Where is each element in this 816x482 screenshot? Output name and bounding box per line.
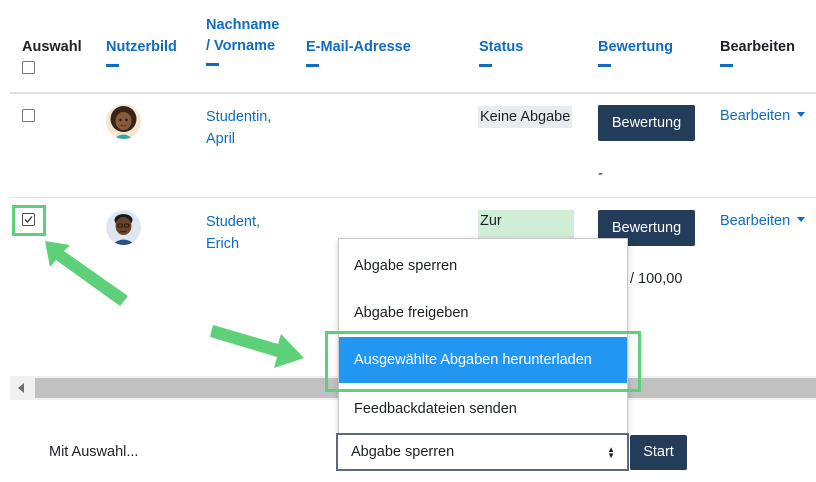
header-edit: Bearbeiten: [720, 37, 795, 67]
menu-item-label: Abgabe freigeben: [354, 305, 469, 321]
header-status-label: Status: [479, 39, 524, 55]
menu-item-send-feedback-files[interactable]: Feedbackdateien senden: [339, 399, 627, 419]
header-picture[interactable]: Nutzerbild: [106, 37, 177, 67]
edit-label: Bearbeiten: [720, 213, 791, 229]
grade-button[interactable]: Bewertung: [598, 105, 695, 141]
header-picture-label: Nutzerbild: [106, 39, 177, 55]
select-all-checkbox[interactable]: [22, 61, 35, 74]
menu-item-label: Feedbackdateien senden: [354, 401, 517, 417]
checkmark-icon: [24, 216, 33, 223]
header-name-line1: Nachname: [206, 17, 280, 33]
header-name[interactable]: Nachname / Vorname: [206, 15, 279, 66]
select-updown-icon: ▲ ▼: [607, 445, 615, 460]
start-button-label: Start: [643, 444, 674, 460]
status-text: Keine Abgabe: [480, 109, 571, 125]
sort-indicator-icon: [106, 64, 119, 67]
select-value: Abgabe sperren: [351, 444, 455, 460]
annotation-highlight-box: [325, 331, 641, 392]
bulk-action-select[interactable]: Abgabe sperren ▲ ▼: [336, 433, 629, 471]
sort-indicator-icon: [206, 63, 219, 66]
scroll-left-arrow-icon[interactable]: [18, 383, 24, 393]
student-lastname: Student,: [206, 214, 261, 230]
start-button[interactable]: Start: [630, 435, 687, 470]
sort-indicator-icon: [598, 64, 611, 67]
menu-item-unlock-submission[interactable]: Abgabe freigeben: [339, 303, 627, 323]
edit-label: Bearbeiten: [720, 108, 791, 124]
bulk-action-label: Mit Auswahl...: [49, 444, 139, 460]
header-name-line2: / Vorname: [206, 38, 276, 54]
status-badge: Keine Abgabe: [478, 106, 573, 128]
annotation-arrow-icon: [210, 325, 304, 368]
row-checkbox[interactable]: [22, 213, 35, 226]
edit-menu-toggle[interactable]: Bearbeiten: [720, 213, 806, 229]
edit-menu-toggle[interactable]: Bearbeiten: [720, 108, 806, 124]
header-select-label: Auswahl: [22, 39, 82, 55]
caret-down-icon: [797, 217, 806, 222]
status-text: Zur: [480, 213, 502, 229]
header-email[interactable]: E-Mail-Adresse: [306, 37, 411, 67]
row-checkbox[interactable]: [22, 109, 35, 122]
header-email-label: E-Mail-Adresse: [306, 39, 411, 55]
menu-item-label: Abgabe sperren: [354, 258, 458, 274]
sort-indicator-icon: [720, 64, 733, 67]
row-divider: [10, 197, 816, 198]
student-name-link[interactable]: Studentin, April: [206, 106, 271, 150]
header-grade[interactable]: Bewertung: [598, 37, 673, 67]
student-lastname: Studentin,: [206, 109, 272, 125]
header-divider: [10, 92, 816, 94]
header-select: Auswahl: [22, 37, 82, 58]
avatar: [106, 104, 141, 139]
sort-indicator-icon: [306, 64, 319, 67]
header-status[interactable]: Status: [479, 37, 523, 67]
header-edit-label: Bearbeiten: [720, 39, 795, 55]
caret-down-icon: [797, 112, 806, 117]
grade-button-label: Bewertung: [611, 220, 682, 236]
student-firstname: April: [206, 131, 236, 147]
student-name-link[interactable]: Student, Erich: [206, 211, 260, 255]
annotation-arrow-icon: [45, 241, 128, 306]
sort-indicator-icon: [479, 64, 492, 67]
student-firstname: Erich: [206, 236, 240, 252]
avatar-female-icon: [106, 104, 141, 139]
grade-button-label: Bewertung: [611, 115, 682, 131]
status-badge: Zur: [478, 210, 574, 240]
grade-value: -: [598, 166, 603, 182]
header-grade-label: Bewertung: [598, 39, 673, 55]
grade-value: / 100,00: [630, 271, 683, 287]
menu-item-lock-submission[interactable]: Abgabe sperren: [339, 256, 627, 276]
